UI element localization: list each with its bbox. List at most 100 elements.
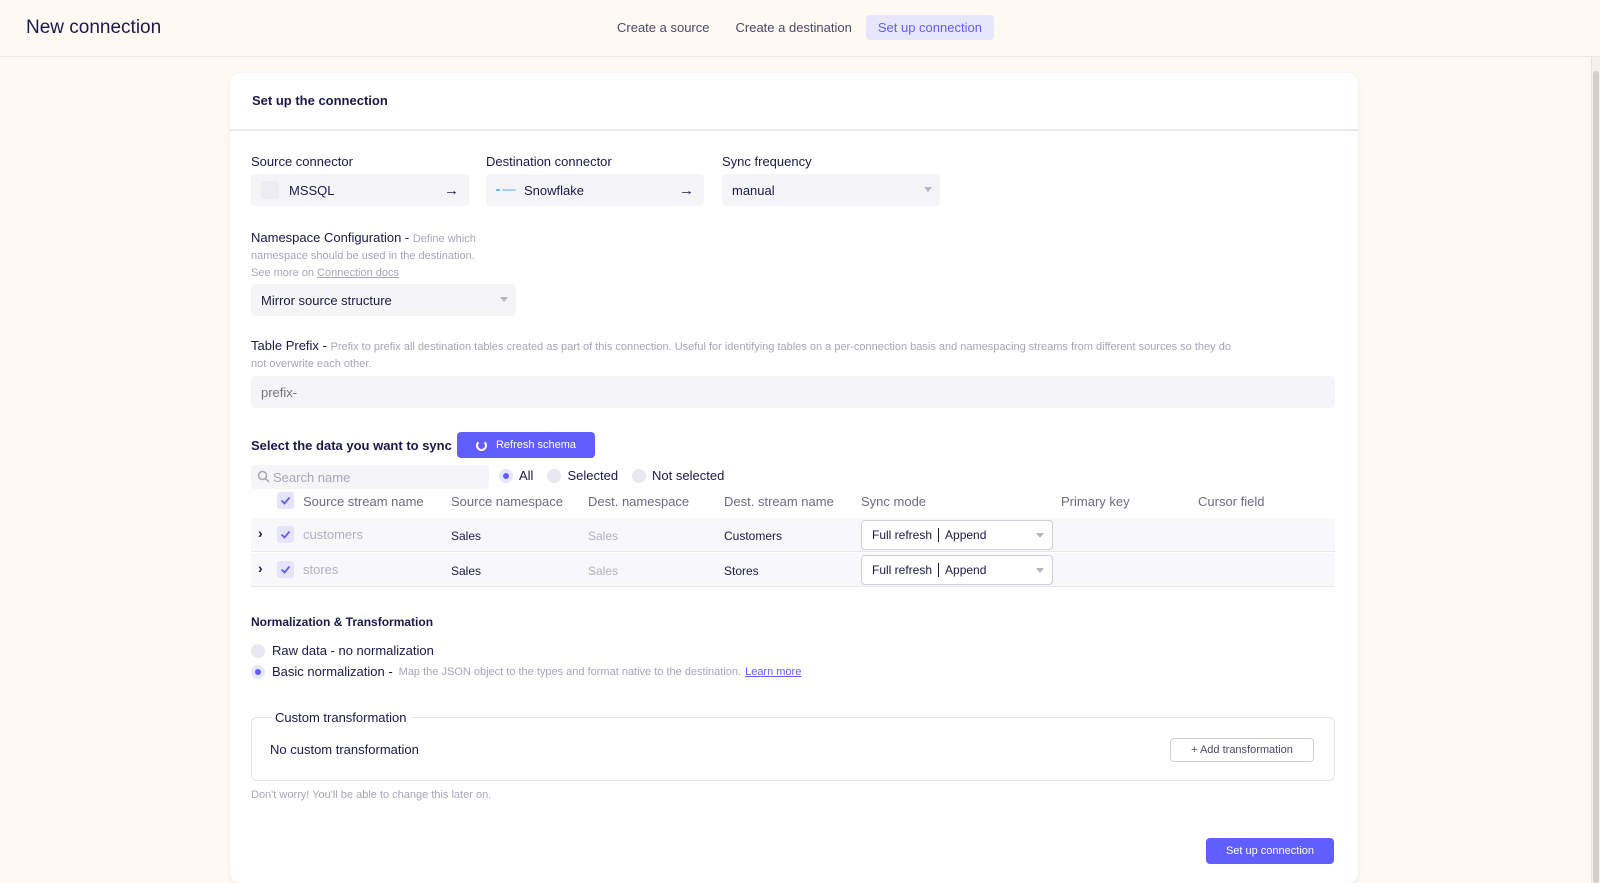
stream-checkbox[interactable] — [277, 561, 294, 578]
column-dest-stream-name: Dest. stream name — [724, 494, 834, 509]
step-set-up-connection[interactable]: Set up connection — [865, 15, 994, 40]
expand-chevron-icon[interactable]: › — [258, 525, 263, 541]
check-icon — [280, 530, 291, 539]
sync-mode-secondary: Append — [945, 528, 987, 542]
prefix-hint-line2: not overwrite each other. — [251, 358, 372, 370]
destination-connector-value: Snowflake — [524, 182, 584, 198]
table-row[interactable] — [251, 553, 1335, 587]
scrollbar-thumb[interactable] — [1593, 71, 1599, 883]
column-source-namespace: Source namespace — [451, 494, 564, 509]
arrow-right-icon[interactable]: → — [444, 182, 459, 199]
namespace-hint-line2: namespace should be used in the destinat… — [251, 250, 475, 262]
destination-connector-label: Destination connector — [486, 154, 612, 169]
check-icon — [280, 565, 291, 574]
dest-namespace: Sales — [588, 529, 619, 543]
add-transformation-button[interactable]: + Add transformation — [1170, 738, 1314, 762]
filter-all-label: All — [519, 468, 534, 483]
filter-all-radio[interactable] — [499, 468, 513, 483]
set-up-connection-button[interactable]: Set up connection — [1206, 838, 1334, 864]
prefix-hint: Prefix to prefix all destination tables … — [330, 341, 1231, 353]
source-connector-field[interactable]: MSSQL → — [251, 174, 469, 206]
prefix-description: Table Prefix - Prefix to prefix all dest… — [251, 338, 1361, 372]
basic-normalization-radio[interactable] — [251, 664, 265, 679]
namespace-hint-line3: See more on — [251, 267, 318, 279]
namespace-select[interactable]: Mirror source structure — [251, 284, 516, 316]
refresh-icon — [475, 439, 487, 451]
refresh-schema-button[interactable]: Refresh schema — [457, 432, 595, 458]
basic-normalization-option[interactable]: Basic normalization - Map the JSON objec… — [251, 664, 801, 679]
filter-selected-label: Selected — [567, 468, 619, 483]
change-later-note: Don't worry! You'll be able to change th… — [251, 789, 492, 801]
dest-namespace: Sales — [588, 564, 619, 578]
learn-more-link[interactable]: Learn more — [745, 666, 801, 678]
column-dest-namespace: Dest. namespace — [588, 494, 690, 509]
namespace-hint: Define which — [412, 233, 476, 245]
step-tabs: Create a source Create a destination Set… — [605, 15, 996, 40]
basic-normalization-label: Basic normalization - — [272, 664, 393, 679]
expand-chevron-icon[interactable]: › — [258, 560, 263, 576]
sync-frequency-select[interactable]: manual — [722, 174, 940, 206]
namespace-label: Namespace Configuration - — [251, 230, 413, 245]
stream-search-input[interactable]: Search name — [251, 465, 489, 489]
source-namespace: Sales — [451, 529, 482, 543]
custom-transformation-legend: Custom transformation — [271, 710, 411, 725]
sync-frequency-value: manual — [732, 182, 775, 198]
basic-normalization-hint: Map the JSON object to the types and for… — [398, 665, 742, 678]
snowflake-icon — [496, 186, 518, 194]
stream-name: customers — [303, 527, 363, 542]
filter-not-selected-label: Not selected — [652, 468, 725, 483]
step-create-source[interactable]: Create a source — [605, 15, 722, 40]
mssql-icon — [261, 181, 279, 199]
chevron-down-icon — [500, 297, 508, 302]
sync-mode-select[interactable]: Full refresh Append — [861, 555, 1053, 585]
filter-selected-radio[interactable] — [547, 468, 562, 483]
sync-mode-select[interactable]: Full refresh Append — [861, 520, 1053, 550]
column-primary-key: Primary key — [1061, 494, 1130, 509]
stream-name: stores — [303, 562, 339, 577]
normalization-title: Normalization & Transformation — [251, 615, 434, 629]
stream-checkbox[interactable] — [277, 526, 294, 543]
source-namespace: Sales — [451, 564, 482, 578]
page-title: New connection — [26, 17, 162, 38]
table-prefix-input[interactable] — [251, 376, 1335, 408]
dest-stream-name: Customers — [724, 529, 783, 543]
sync-mode-separator — [938, 528, 940, 542]
card-title: Set up the connection — [230, 73, 1358, 131]
sync-mode-separator — [938, 563, 940, 577]
column-cursor-field: Cursor field — [1198, 494, 1265, 509]
raw-data-label: Raw data - no normalization — [272, 643, 434, 658]
destination-connector-field[interactable]: Snowflake → — [486, 174, 704, 206]
source-connector-label: Source connector — [251, 154, 353, 169]
chevron-down-icon — [1036, 533, 1044, 538]
namespace-value: Mirror source structure — [261, 292, 392, 308]
no-transformation-text: No custom transformation — [270, 742, 419, 757]
search-icon — [257, 470, 270, 483]
dest-stream-name: Stores — [724, 564, 759, 578]
select-all-checkbox[interactable] — [277, 492, 294, 509]
sync-mode-primary: Full refresh — [872, 528, 933, 542]
source-connector-value: MSSQL — [289, 182, 335, 198]
sync-section-title: Select the data you want to sync — [251, 438, 452, 453]
namespace-description: Namespace Configuration - Define which n… — [251, 230, 521, 281]
raw-data-option[interactable]: Raw data - no normalization — [251, 643, 434, 658]
connection-docs-link[interactable]: Connection docs — [317, 267, 399, 279]
sync-mode-primary: Full refresh — [872, 563, 933, 577]
step-create-destination[interactable]: Create a destination — [724, 15, 864, 40]
check-icon — [280, 496, 291, 505]
raw-data-radio[interactable] — [251, 643, 265, 658]
arrow-right-icon[interactable]: → — [679, 182, 694, 199]
column-sync-mode: Sync mode — [861, 494, 927, 509]
sync-mode-secondary: Append — [945, 563, 987, 577]
top-bar: New connection Create a source Create a … — [0, 0, 1600, 57]
table-row[interactable] — [251, 518, 1335, 552]
page-scrollbar[interactable] — [1591, 57, 1600, 883]
column-source-stream-name: Source stream name — [303, 494, 424, 509]
refresh-schema-label: Refresh schema — [495, 439, 577, 451]
chevron-down-icon — [924, 187, 932, 192]
filter-not-selected-radio[interactable] — [632, 468, 647, 483]
prefix-label: Table Prefix - — [251, 338, 331, 353]
sync-frequency-label: Sync frequency — [722, 154, 812, 169]
chevron-down-icon — [1036, 568, 1044, 573]
search-placeholder: Search name — [273, 469, 351, 485]
stream-filter-group: All Selected Not selected — [499, 468, 724, 483]
